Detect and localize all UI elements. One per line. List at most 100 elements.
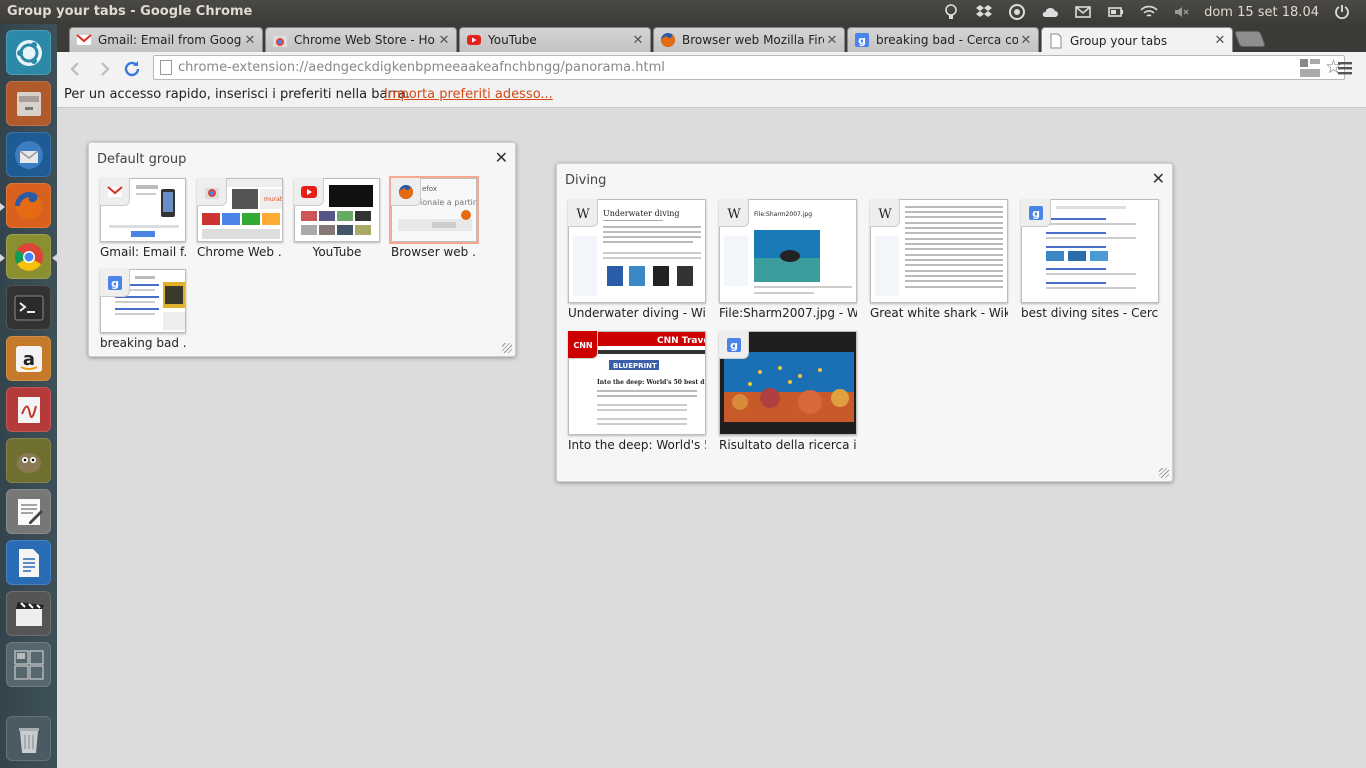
tab-firefox[interactable]: Browser web Mozilla Firef ✕	[653, 27, 845, 52]
tab-caption: Into the deep: World's 50...	[568, 438, 706, 452]
google-icon: g	[719, 331, 749, 359]
svg-text:ionale a partire dal p: ionale a partire dal p	[420, 198, 477, 207]
gmail-icon	[100, 178, 130, 206]
bookmark-bar: Per un accesso rapido, inserisci i prefe…	[57, 84, 1366, 108]
import-bookmarks-link[interactable]: Importa preferiti adesso...	[384, 87, 553, 102]
bookmark-bar-message: Per un accesso rapido, inserisci i prefe…	[64, 87, 411, 102]
close-icon[interactable]: ✕	[436, 33, 452, 48]
close-group-icon[interactable]: ✕	[495, 148, 508, 167]
sync-icon[interactable]	[1000, 0, 1033, 24]
mail-icon[interactable]	[1066, 0, 1099, 24]
chrome-icon[interactable]	[6, 234, 51, 279]
close-icon[interactable]: ✕	[1018, 33, 1034, 48]
google-icon: g	[1021, 199, 1051, 227]
tab-chrome-web-store[interactable]: Chrome Web Store - Hom ✕	[265, 27, 457, 52]
svg-text:W: W	[727, 207, 741, 221]
tab-gmail[interactable]: Gmail: Email from Google ✕	[69, 27, 263, 52]
trash-icon[interactable]	[6, 716, 51, 761]
svg-text:g: g	[730, 339, 738, 352]
tab-group-default[interactable]: Default group ✕ Gmail: Email f... murat …	[88, 142, 516, 357]
svg-text:g: g	[858, 34, 866, 47]
volume-muted-icon[interactable]	[1165, 0, 1198, 24]
svg-text:Underwater diving: Underwater diving	[603, 209, 680, 218]
svg-text:BLUEPRINT: BLUEPRINT	[613, 362, 657, 370]
wifi-icon[interactable]	[1132, 0, 1165, 24]
top-panel: Group your tabs - Google Chrome dom 15 s…	[0, 0, 1366, 24]
svg-text:g: g	[111, 277, 119, 290]
svg-text:a: a	[22, 349, 34, 370]
dropbox-icon[interactable]	[967, 0, 1000, 24]
terminal-icon[interactable]	[6, 285, 51, 330]
tab-breaking-bad-search[interactable]: g breaking bad - Cerca con ✕	[847, 27, 1039, 52]
workspace-switcher-icon[interactable]	[6, 642, 51, 687]
resize-handle[interactable]	[1159, 468, 1169, 478]
tab-group-your-tabs[interactable]: Group your tabs ✕	[1041, 27, 1233, 53]
tab-caption: best diving sites - Cerca ...	[1021, 306, 1159, 320]
url-text[interactable]: chrome-extension://aedngeckdigkenbpmeeaa…	[178, 60, 665, 75]
tab-youtube[interactable]: YouTube ✕	[459, 27, 651, 52]
chrome-store-icon	[197, 178, 227, 206]
svg-text:CNN Travel: CNN Travel	[657, 336, 706, 346]
gmail-icon	[76, 32, 92, 48]
firefox-icon	[391, 178, 421, 206]
reload-button[interactable]	[121, 58, 143, 80]
battery-icon[interactable]	[1099, 0, 1132, 24]
files-icon[interactable]	[6, 81, 51, 126]
ubuntu-icon[interactable]	[6, 30, 51, 75]
back-button[interactable]	[65, 58, 87, 80]
writer-icon[interactable]	[6, 540, 51, 585]
firefox-icon	[660, 32, 676, 48]
close-icon[interactable]: ✕	[630, 33, 646, 48]
extension-icon[interactable]	[1299, 57, 1321, 79]
close-group-icon[interactable]: ✕	[1152, 169, 1165, 188]
wikipedia-icon: W	[870, 199, 900, 227]
svg-text:W: W	[576, 207, 590, 221]
close-icon[interactable]: ✕	[242, 33, 258, 48]
menu-icon[interactable]	[1334, 57, 1356, 79]
wikipedia-icon: W	[568, 199, 598, 227]
svg-text:efox: efox	[422, 185, 437, 193]
tab-caption: Great white shark - Wiki...	[870, 306, 1008, 320]
tab-caption: Underwater diving - Wiki...	[568, 306, 706, 320]
close-icon[interactable]: ✕	[1212, 33, 1228, 48]
group-title[interactable]: Diving	[565, 173, 606, 188]
clock[interactable]: dom 15 set 18.04	[1198, 5, 1325, 20]
power-icon[interactable]	[1325, 0, 1358, 24]
video-editor-icon[interactable]	[6, 591, 51, 636]
forward-button[interactable]	[93, 58, 115, 80]
tab-caption: breaking bad ...	[100, 336, 186, 350]
tab-caption: Chrome Web ...	[197, 245, 283, 259]
svg-text:File:Sharm2007.jpg: File:Sharm2007.jpg	[754, 211, 812, 218]
system-tray: dom 15 set 18.04	[934, 0, 1358, 24]
window-title: Group your tabs - Google Chrome	[7, 4, 253, 19]
tab-strip: Gmail: Email from Google ✕ Chrome Web St…	[57, 24, 1366, 53]
gimp-icon[interactable]	[6, 438, 51, 483]
amazon-icon[interactable]: a	[6, 336, 51, 381]
new-tab-button[interactable]	[1234, 31, 1266, 47]
close-icon[interactable]: ✕	[824, 33, 840, 48]
svg-text:W: W	[878, 207, 892, 221]
group-title[interactable]: Default group	[97, 152, 186, 167]
firefox-icon[interactable]	[6, 183, 51, 228]
google-icon: g	[854, 32, 870, 48]
page-icon	[160, 60, 172, 75]
text-editor-icon[interactable]	[6, 489, 51, 534]
cloud-icon[interactable]	[1033, 0, 1066, 24]
youtube-icon	[466, 32, 482, 48]
address-bar[interactable]: chrome-extension://aedngeckdigkenbpmeeaa…	[153, 55, 1345, 80]
resize-handle[interactable]	[502, 343, 512, 353]
wikipedia-icon: W	[719, 199, 749, 227]
page-icon	[1048, 33, 1064, 49]
youtube-icon	[294, 178, 324, 206]
svg-text:g: g	[1032, 207, 1040, 220]
document-viewer-icon[interactable]	[6, 387, 51, 432]
cnn-icon: CNN	[568, 331, 598, 359]
panorama-canvas[interactable]: Default group ✕ Gmail: Email f... murat …	[57, 108, 1366, 768]
launcher: a	[0, 24, 57, 768]
svg-text:murat: murat	[264, 196, 283, 203]
tab-group-diving[interactable]: Diving ✕ Underwater diving W Underwater …	[556, 163, 1173, 482]
lightbulb-icon[interactable]	[934, 0, 967, 24]
thunderbird-icon[interactable]	[6, 132, 51, 177]
tab-caption: Browser web ...	[391, 245, 477, 259]
tab-caption: Gmail: Email f...	[100, 245, 186, 259]
